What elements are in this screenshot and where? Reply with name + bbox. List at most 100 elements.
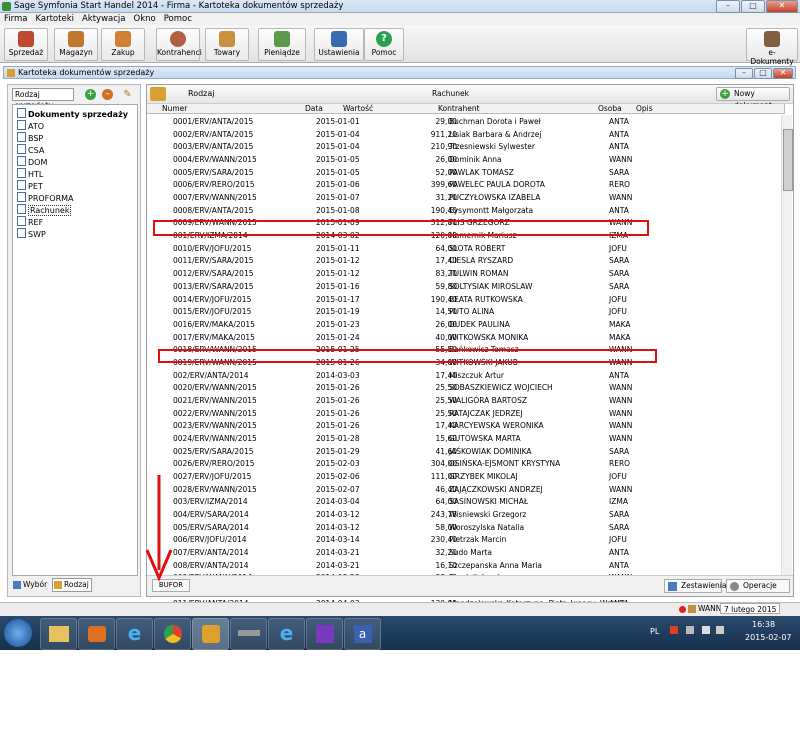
- tab-wybor[interactable]: Wybór: [12, 578, 52, 592]
- ustawienia-button[interactable]: Ustawienia: [314, 28, 364, 61]
- menu-pomoc[interactable]: Pomoc: [164, 14, 192, 24]
- chrome-taskbar-icon[interactable]: [154, 618, 191, 650]
- cell-kontrahent: WALIGÓRA BARTOSZ: [449, 395, 527, 405]
- table-row[interactable]: 005/ERV/SARA/2014 2014-03-12 58,00 Woroszyl…: [173, 522, 783, 535]
- network-icon[interactable]: [702, 626, 710, 634]
- table-row[interactable]: 008/ERV/ANTA/2014 2014-03-21 16,10 Szczepan…: [173, 560, 783, 573]
- table-row[interactable]: 0003/ERV/ANTA/2015 2015-01-04 210,90 Trzesn…: [173, 141, 783, 154]
- table-row[interactable]: 0002/ERV/ANTA/2015 2015-01-04 911,20 Lisiak…: [173, 129, 783, 142]
- table-row[interactable]: 0017/ERV/MAKA/2015 2015-01-24 40,00 WITKOWS…: [173, 332, 783, 345]
- table-row[interactable]: 0012/ERV/SARA/2015 2015-01-12 83,20 TULWIN …: [173, 268, 783, 281]
- symfonia-taskbar-icon[interactable]: [192, 618, 229, 650]
- table-row[interactable]: 0006/ERV/RERO/2015 2015-01-06 399,60 PAWELE…: [173, 179, 783, 192]
- explorer-taskbar-icon[interactable]: [40, 618, 77, 650]
- pomoc-button[interactable]: ? Pomoc: [364, 28, 404, 61]
- header-osoba[interactable]: Osoba: [596, 104, 637, 114]
- header-kontrahent[interactable]: Kontrahent: [436, 104, 599, 114]
- app-taskbar-icon[interactable]: [230, 618, 267, 650]
- table-row[interactable]: 0008/ERV/ANTA/2015 2015-01-08 190,40 Eysymo…: [173, 205, 783, 218]
- media-player-taskbar-icon[interactable]: [78, 618, 115, 650]
- table-row[interactable]: 0016/ERV/MAKA/2015 2015-01-23 26,00 DUDEK P…: [173, 319, 783, 332]
- table-row[interactable]: 0026/ERV/RERO/2015 2015-02-03 304,00 OSIŃSK…: [173, 458, 783, 471]
- tree-item-dom[interactable]: DOM: [17, 156, 47, 167]
- ie-second-taskbar-icon[interactable]: e: [268, 618, 305, 650]
- table-row[interactable]: 006/ERV/JOFU/2014 2014-03-14 230,40 Pietrza…: [173, 534, 783, 547]
- table-row[interactable]: 0011/ERV/SARA/2015 2015-01-12 17,40 CIESLA …: [173, 255, 783, 268]
- header-numer[interactable]: Numer: [160, 104, 306, 114]
- volume-icon[interactable]: [716, 626, 724, 634]
- scrollbar-thumb[interactable]: [783, 129, 793, 191]
- tab-rodzaj[interactable]: Rodzaj: [52, 578, 92, 592]
- grid-bottom-bar: BUFOR Zestawienia Operacje: [147, 575, 793, 596]
- table-row[interactable]: 0027/ERV/JOFU/2015 2015-02-06 111,00 GRZYBE…: [173, 471, 783, 484]
- sprzedaz-button[interactable]: Sprzedaż: [4, 28, 48, 61]
- tree-item-htl[interactable]: HTL: [17, 168, 43, 179]
- tray-icon[interactable]: [670, 626, 678, 634]
- operacje-button[interactable]: Operacje: [726, 579, 790, 593]
- cell-osoba: WANN: [609, 408, 633, 418]
- table-row[interactable]: 0024/ERV/WANN/2015 2015-01-28 15,60 GUTOWSK…: [173, 433, 783, 446]
- table-row[interactable]: 002/ERV/ANTA/2014 2014-03-03 17,40 Miszczuk…: [173, 370, 783, 383]
- tree-item-csa[interactable]: CSA: [17, 144, 44, 155]
- panel-close-button[interactable]: ✕: [773, 68, 793, 79]
- minimize-button[interactable]: –: [716, 0, 740, 13]
- maximize-button[interactable]: □: [741, 0, 765, 13]
- tree-item-proforma[interactable]: PROFORMA: [17, 192, 74, 203]
- table-row[interactable]: 007/ERV/ANTA/2014 2014-03-21 32,20 Sudo Mar…: [173, 547, 783, 560]
- close-button[interactable]: ✕: [766, 0, 798, 13]
- panel-maximize-button[interactable]: □: [754, 68, 772, 79]
- table-row[interactable]: 003/ERV/IZMA/2014 2014-03-04 64,00 SASINOWS…: [173, 496, 783, 509]
- tree-item-swp[interactable]: SWP: [17, 228, 46, 239]
- towary-button[interactable]: Towary: [205, 28, 249, 61]
- language-indicator[interactable]: PL: [650, 627, 659, 636]
- header-opis[interactable]: Opis: [634, 104, 785, 114]
- pieniadze-button[interactable]: Pieniądze: [258, 28, 306, 61]
- table-row[interactable]: 0013/ERV/SARA/2015 2015-01-16 59,80 SOLTYSI…: [173, 281, 783, 294]
- table-row[interactable]: 0022/ERV/WANN/2015 2015-01-26 25,50 RATAJCZ…: [173, 408, 783, 421]
- rodzaj-sprzedazy-dropdown[interactable]: Rodzaj sprzedaży: [12, 88, 74, 110]
- vertical-scrollbar[interactable]: [781, 115, 793, 577]
- table-row[interactable]: 0028/ERV/WANN/2015 2015-02-07 46,40 ZAJĄCZK…: [173, 484, 783, 497]
- e-dokumenty-button[interactable]: e-Dokumenty: [746, 28, 798, 66]
- app2-taskbar-icon[interactable]: [306, 618, 343, 650]
- flag-icon[interactable]: [686, 626, 694, 634]
- table-row[interactable]: 0005/ERV/SARA/2015 2015-01-05 52,00 PAWLAK …: [173, 167, 783, 180]
- table-row[interactable]: 0023/ERV/WANN/2015 2015-01-26 17,40 KARCYEW…: [173, 420, 783, 433]
- menu-aktywacja[interactable]: Aktywacja: [82, 14, 126, 24]
- zakup-button[interactable]: Zakup: [101, 28, 145, 61]
- table-row[interactable]: 004/ERV/SARA/2014 2014-03-12 243,78 Wisniew…: [173, 509, 783, 522]
- header-data[interactable]: Data: [303, 104, 344, 114]
- panel-minimize-button[interactable]: –: [735, 68, 753, 79]
- clock-time[interactable]: 16:38: [752, 620, 775, 629]
- tree-item-bsp[interactable]: BSP: [17, 132, 43, 143]
- table-row[interactable]: 0010/ERV/JOFU/2015 2015-01-11 64,00 SLOTA R…: [173, 243, 783, 256]
- zestawienia-button[interactable]: Zestawienia: [664, 579, 726, 593]
- menu-firma[interactable]: Firma: [4, 14, 27, 24]
- clock-date[interactable]: 2015-02-07: [745, 633, 792, 642]
- kontrahenci-button[interactable]: Kontrahenci: [156, 28, 202, 61]
- table-row[interactable]: 0004/ERV/WANN/2015 2015-01-05 26,00 Dominik…: [173, 154, 783, 167]
- ie-taskbar-icon[interactable]: e: [116, 618, 153, 650]
- menu-kartoteki[interactable]: Kartoteki: [35, 14, 74, 24]
- table-row[interactable]: 0021/ERV/WANN/2015 2015-01-26 25,50 WALIGÓR…: [173, 395, 783, 408]
- start-button[interactable]: [4, 619, 32, 647]
- add-icon[interactable]: +: [85, 89, 96, 100]
- menu-okno[interactable]: Okno: [134, 14, 156, 24]
- table-row[interactable]: 0014/ERV/JOFU/2015 2015-01-17 190,40 BEATA …: [173, 294, 783, 307]
- tree-item-ref[interactable]: REF: [17, 216, 43, 227]
- table-row[interactable]: 0001/ERV/ANTA/2015 2015-01-01 29,00 Buchman…: [173, 116, 783, 129]
- tree-item-rachunek[interactable]: Rachunek: [17, 204, 72, 216]
- new-document-button[interactable]: + Nowy dokument: [716, 87, 790, 110]
- tree-item-ato[interactable]: ATO: [17, 120, 44, 131]
- remove-icon[interactable]: –: [102, 89, 113, 100]
- table-row[interactable]: 0020/ERV/WANN/2015 2015-01-26 25,50 SOBASZK…: [173, 382, 783, 395]
- table-row[interactable]: 0007/ERV/WANN/2015 2015-01-07 31,20 PUCZYŁO…: [173, 192, 783, 205]
- table-row[interactable]: 0025/ERV/SARA/2015 2015-01-29 41,60 JAŚKOWI…: [173, 446, 783, 459]
- app3-taskbar-icon[interactable]: a: [344, 618, 381, 650]
- tree-root[interactable]: Dokumenty sprzedaży: [17, 108, 128, 119]
- edit-icon[interactable]: ✎: [122, 89, 133, 100]
- header-wartosc[interactable]: Wartość: [341, 104, 439, 114]
- magazyn-button[interactable]: Magazyn: [54, 28, 98, 61]
- table-row[interactable]: 0015/ERV/JOFU/2015 2015-01-19 14,50 PUTO AL…: [173, 306, 783, 319]
- tree-item-pet[interactable]: PET: [17, 180, 43, 191]
